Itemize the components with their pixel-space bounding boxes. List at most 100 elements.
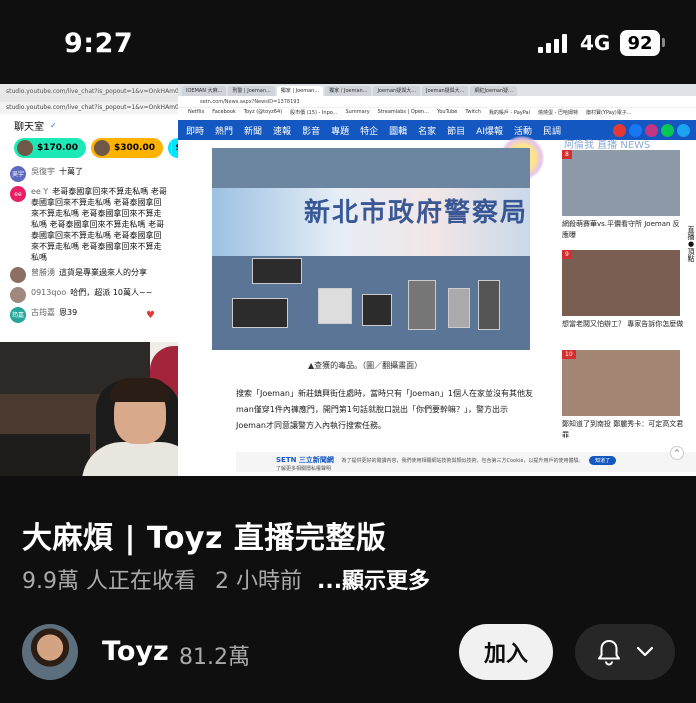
chat-author: 吳復宇 bbox=[31, 167, 55, 176]
video-player[interactable]: studio.youtube.com/live_chat?is_popout=1… bbox=[0, 84, 696, 476]
avatar bbox=[10, 267, 26, 283]
cookie-agree-button: 知道了 bbox=[589, 456, 617, 465]
browser-tabs: IOEMAN 大麻... 刑警 | Joeman... 獨家 | Joeman.… bbox=[178, 84, 696, 96]
bookmark: 燒燒蛋 - 巴哈姆特 bbox=[537, 110, 578, 116]
news-card: 10 鄭知道了到南投 鄭麗秀卡：可定高文君罪 bbox=[562, 350, 684, 450]
article-photo: 新北市政府警察局 刑事警察大隊 bbox=[212, 148, 530, 350]
evidence-item bbox=[232, 298, 288, 328]
chat-message: 曾勝湧 這貨是專業過來人的分享 bbox=[10, 267, 168, 283]
bookmark: 旗村寶(YPay)電子... bbox=[585, 110, 632, 116]
signal-icon bbox=[538, 34, 567, 53]
browser-tab: Joeman疑與大... bbox=[373, 86, 420, 96]
notification-button[interactable] bbox=[575, 624, 675, 680]
news-rank: 9 bbox=[562, 250, 572, 259]
browser-tab: Joeman疑與大... bbox=[421, 86, 469, 96]
chat-popout-window: studio.youtube.com/live_chat?is_popout=1… bbox=[0, 84, 178, 346]
channel-name[interactable]: Toyz bbox=[102, 636, 169, 667]
chat-header: 聊天室 ✓ bbox=[0, 114, 178, 136]
chevron-up-icon: ^ bbox=[670, 446, 684, 460]
news-sidebar: 8 網殺萌賽華vs.平價看守所 Joeman 反應曝 9 想當老闆又怕辦工？ 專… bbox=[562, 150, 684, 450]
video-title[interactable]: 大麻煩 | Toyz 直播完整版 bbox=[22, 513, 386, 557]
chevron-down-icon bbox=[636, 646, 654, 657]
evidence-item bbox=[478, 280, 500, 330]
battery-tip bbox=[662, 38, 665, 47]
photo-caption: ▲查獲的毒品。（圖／翻攝畫面） bbox=[308, 361, 423, 370]
cookie-banner: SETN 三立新聞網 為了提供更好的閱讀內容，我們使用相關網站技術與類似技術，包… bbox=[236, 452, 696, 472]
nav-item: 影音 bbox=[302, 126, 321, 137]
bookmark: 我的帳戶 - PayPal bbox=[488, 110, 530, 116]
nav-item: 特企 bbox=[360, 126, 379, 137]
stream-time: 2 小時前 bbox=[214, 569, 302, 594]
nav-item: 新聞 bbox=[244, 126, 263, 137]
nav-item: 活動 bbox=[513, 126, 532, 137]
join-button[interactable]: 加入 bbox=[459, 624, 553, 680]
browser-tab: 網紅Joeman疑... bbox=[470, 86, 517, 96]
status-bar: 9:27 4G 92 bbox=[0, 0, 696, 84]
nav-item: 熱門 bbox=[215, 126, 234, 137]
streamer-hair bbox=[110, 378, 170, 402]
evidence-item bbox=[318, 288, 352, 324]
chat-message-list: 吳宇 吳復宇 十萬了 ee ee Y 老哥泰國拿回來不算走私嗎 老哥泰國拿回來不算走… bbox=[0, 160, 178, 333]
evidence-item bbox=[448, 288, 470, 328]
side-tag: 直播●頂點 bbox=[686, 224, 696, 284]
bookmark: Streamlabs | Open... bbox=[377, 109, 429, 115]
news-title: 想當老闆又怕辦工？ 專家告訴你怎麼做 bbox=[562, 320, 684, 328]
bookmark: Summary bbox=[345, 109, 370, 115]
chat-author: 曾勝湧 bbox=[31, 268, 55, 277]
bookmark: Netflix bbox=[188, 109, 205, 115]
twitter-icon bbox=[677, 124, 690, 137]
news-rank: 8 bbox=[562, 150, 572, 159]
super-chat-chip: $300.00 bbox=[91, 138, 163, 158]
avatar bbox=[10, 287, 26, 303]
super-chat-amount: $170.00 bbox=[37, 143, 78, 153]
super-chat-bar: $170.00 $300.00 $7 bbox=[0, 136, 178, 160]
nav-item: 民調 bbox=[542, 126, 561, 137]
channel-avatar[interactable] bbox=[22, 624, 78, 680]
browser-tab-active: 獨家 | Joeman... bbox=[276, 86, 324, 96]
avatar: 筠嘉 bbox=[10, 307, 26, 323]
evidence-item bbox=[408, 280, 436, 330]
super-chat-chip: $7 bbox=[168, 138, 178, 158]
bookmark: 股市價 (15) - Inpo... bbox=[290, 110, 338, 116]
browser-tab: 獨家 / Joeman... bbox=[325, 86, 372, 96]
nav-item: 即時 bbox=[186, 126, 205, 137]
chat-text: 哈們，超派 10萬人~~ bbox=[70, 288, 153, 297]
news-watermark: 阿倫我 直播 NEWS bbox=[564, 140, 651, 151]
news-card: 8 網殺萌賽華vs.平價看守所 Joeman 反應曝 bbox=[562, 150, 684, 250]
show-more-link[interactable]: ...顯示更多 bbox=[317, 569, 430, 594]
nav-item: 專題 bbox=[331, 126, 350, 137]
video-meta[interactable]: 9.9萬 人正在收看 2 小時前 ...顯示更多 bbox=[22, 563, 430, 595]
nav-item: 節目 bbox=[447, 126, 466, 137]
article-paragraph: 搜索「Joeman」新莊鎮興街住處時，當時只有「Joeman」1個人在家並沒有其… bbox=[236, 389, 533, 430]
bell-icon bbox=[598, 640, 620, 666]
super-chat-amount: $300.00 bbox=[114, 143, 155, 153]
nav-item: 圖輯 bbox=[389, 126, 408, 137]
setn-logo: SETN 三立新聞網 bbox=[276, 456, 334, 464]
chat-author: ee Y bbox=[31, 187, 49, 196]
viewer-count: 9.9萬 人正在收看 bbox=[22, 569, 196, 594]
news-thumbnail: 8 bbox=[562, 150, 680, 216]
news-rank: 10 bbox=[562, 350, 576, 359]
super-chat-chip: $170.00 bbox=[14, 138, 86, 158]
battery-level: 92 bbox=[627, 32, 653, 54]
network-type: 4G bbox=[580, 31, 611, 55]
chat-url-secondary: studio.youtube.com/live_chat?is_popout=1… bbox=[0, 102, 178, 114]
news-thumbnail: 10 bbox=[562, 350, 680, 416]
evidence-item bbox=[362, 294, 392, 326]
chat-author: 古筠嘉 bbox=[31, 308, 55, 317]
news-title: 網殺萌賽華vs.平價看守所 Joeman 反應曝 bbox=[562, 220, 680, 239]
news-title: 鄭知道了到南投 鄭麗秀卡：可定高文君罪 bbox=[562, 420, 684, 439]
chat-message: ee ee Y 老哥泰國拿回來不算走私嗎 老哥泰國拿回來不算走私嗎 老哥泰國拿回來… bbox=[10, 186, 168, 263]
bookmark: Twitch bbox=[465, 109, 481, 115]
chat-message: 筠嘉 古筠嘉 恩39 bbox=[10, 307, 168, 323]
avatar: ee bbox=[10, 186, 26, 202]
chat-text: 恩39 bbox=[59, 308, 78, 317]
bookmark: Facebook bbox=[212, 109, 236, 115]
channel-row: Toyz 81.2萬 加入 bbox=[0, 620, 696, 684]
avatar bbox=[17, 140, 33, 156]
avatar: 吳宇 bbox=[10, 166, 26, 182]
bookmark: YouTube bbox=[436, 109, 458, 115]
browser-window: IOEMAN 大麻... 刑警 | Joeman... 獨家 | Joeman.… bbox=[178, 84, 696, 476]
bookmarks-bar: Netflix Facebook Toyz (@toyz64) 股市價 (15)… bbox=[178, 108, 696, 118]
nav-item: AI爆報 bbox=[476, 126, 503, 137]
